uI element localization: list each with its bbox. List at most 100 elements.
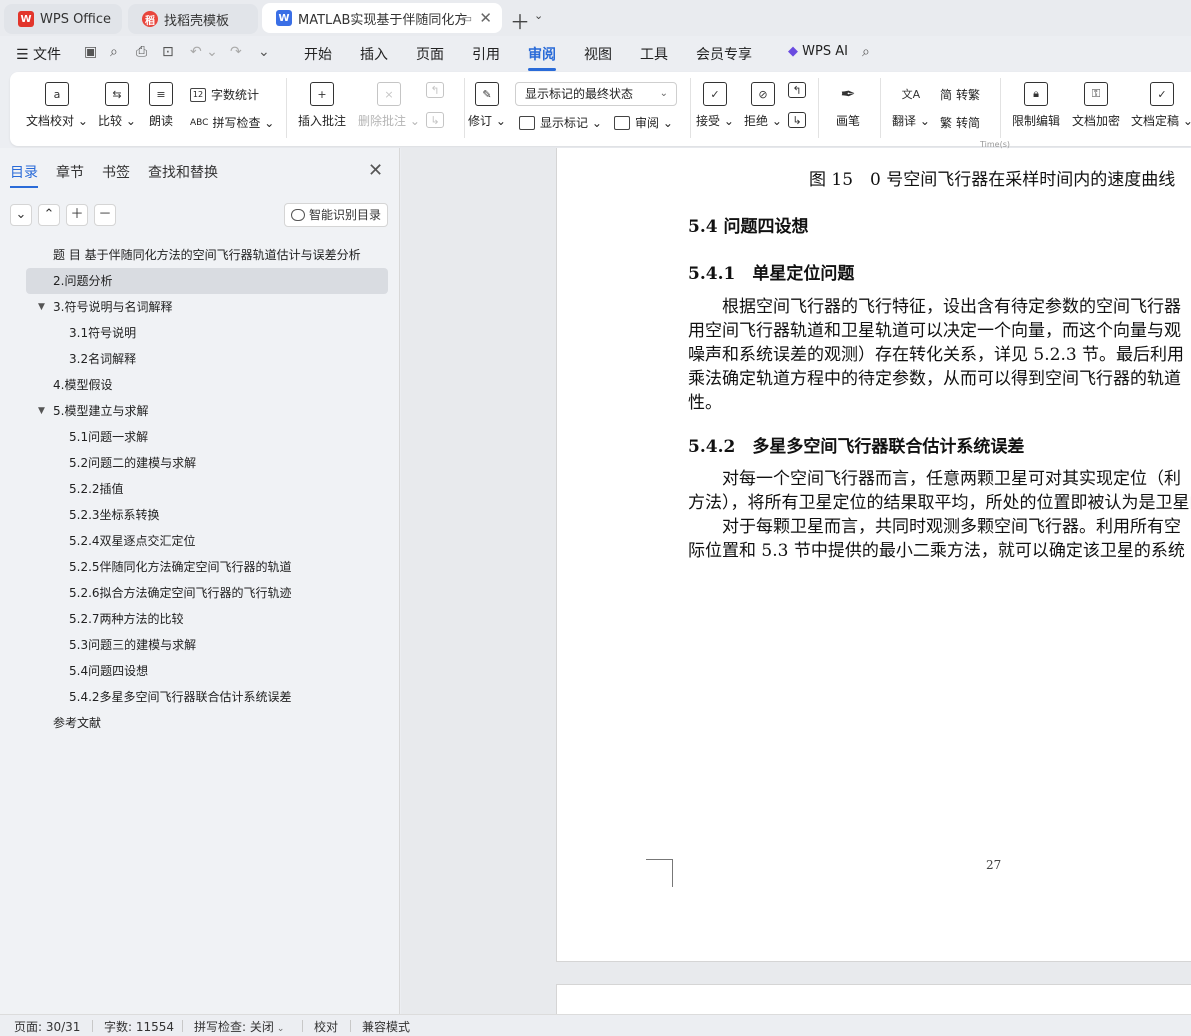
status-page[interactable]: 页面: 30/31 [14, 1018, 80, 1035]
toc-item[interactable]: 3.1符号说明 [0, 320, 400, 346]
ribbon-divider [690, 78, 691, 138]
toc-item[interactable]: 5.2.4双星逐点交汇定位 [0, 528, 400, 554]
tab-bookmarks[interactable]: 书签 [102, 162, 130, 182]
wps-ai-button[interactable]: ◆ WPS AI [788, 44, 848, 59]
insert-comment-button[interactable]: + 插入批注 [298, 82, 346, 129]
pen-button[interactable]: ✒ 画笔 [836, 82, 860, 129]
tab-wps-office[interactable]: W WPS Office [4, 4, 122, 34]
menu-references[interactable]: 引用 [472, 44, 500, 64]
close-icon[interactable]: ✕ [368, 160, 383, 181]
word-count-button[interactable]: 12 字数统计 [190, 86, 259, 103]
toc-item[interactable]: 参考文献 [0, 710, 400, 736]
translate-button[interactable]: 文A 翻译 ⌄ [892, 82, 930, 129]
tab-current-document[interactable]: W MATLAB实现基于伴随同化方 ▭ ✕ [262, 3, 502, 33]
toc-item[interactable]: 5.2.6拟合方法确定空间飞行器的飞行轨迹 [0, 580, 400, 606]
status-word-count[interactable]: 字数: 11554 [104, 1018, 174, 1035]
toc-item[interactable]: 3.2名词解释 [0, 346, 400, 372]
search-icon[interactable]: ⌕ [862, 44, 870, 60]
tab-toc[interactable]: 目录 [10, 162, 38, 188]
tab-find-replace[interactable]: 查找和替换 [148, 162, 218, 182]
menu-home[interactable]: 开始 [304, 44, 332, 64]
expand-arrow-icon[interactable]: ▼ [38, 398, 45, 424]
toc-item[interactable]: 4.模型假设 [0, 372, 400, 398]
paragraph-line: 际位置和 5.3 节中提供的最小二乘方法，就可以确定该卫星的系统 [688, 541, 1185, 561]
status-bar: 页面: 30/31 字数: 11554 拼写检查: 关闭 ⌄ 校对 兼容模式 [0, 1014, 1191, 1036]
compare-label: 比较 [98, 114, 123, 128]
compare-button[interactable]: ⇆ 比较 ⌄ [98, 82, 136, 129]
remove-heading-button[interactable]: － [94, 204, 116, 226]
toc-item[interactable]: 题 目 基于伴随同化方法的空间飞行器轨道估计与误差分析 [0, 242, 400, 268]
toc-item[interactable]: 5.4.2多星多空间飞行器联合估计系统误差 [0, 684, 400, 710]
revise-button[interactable]: ✎ 修订 ⌄ [468, 82, 506, 129]
monitor-icon: ▭ [461, 11, 472, 25]
next-change-button[interactable]: ↳ [788, 112, 806, 134]
tab-sections[interactable]: 章节 [56, 162, 84, 182]
expand-down-button[interactable]: ⌄ [10, 204, 32, 226]
menu-tools[interactable]: 工具 [640, 44, 668, 64]
toc-item-label: 5.4问题四设想 [69, 664, 149, 678]
toc-item[interactable]: 5.2问题二的建模与求解 [0, 450, 400, 476]
prev-change-button[interactable]: ↰ [788, 82, 806, 104]
collapse-up-button[interactable]: ⌃ [38, 204, 60, 226]
menu-review[interactable]: 审阅 [528, 44, 556, 71]
toc-item[interactable]: 5.2.7两种方法的比较 [0, 606, 400, 632]
status-proofread[interactable]: 校对 [314, 1018, 338, 1035]
share-icon[interactable]: ⌕ [110, 44, 118, 60]
redo-icon[interactable]: ↷ [230, 44, 242, 60]
restrict-edit-button[interactable]: 🔒︎ 限制编辑 [1012, 82, 1060, 129]
to-traditional-label: 转繁 [956, 88, 981, 102]
more-icon[interactable]: ⌄ [258, 44, 270, 60]
print-icon[interactable]: ⎙ [136, 44, 147, 60]
close-tab-icon[interactable]: ✕ [479, 9, 492, 27]
status-spell-check[interactable]: 拼写检查: 关闭 ⌄ [194, 1018, 284, 1035]
menu-page[interactable]: 页面 [416, 44, 444, 64]
spell-check-button[interactable]: ABC 拼写检查 ⌄ [190, 114, 274, 131]
menu-view[interactable]: 视图 [584, 44, 612, 64]
reject-button[interactable]: ⊘ 拒绝 ⌄ [744, 82, 782, 129]
undo-icon[interactable]: ↶ ⌄ [190, 44, 218, 60]
chevron-down-icon: ⌄ [15, 207, 27, 222]
toc-item[interactable]: 5.2.3坐标系转换 [0, 502, 400, 528]
add-heading-button[interactable]: ＋ [66, 204, 88, 226]
toc-item[interactable]: 5.2.2插值 [0, 476, 400, 502]
read-aloud-button[interactable]: ≡ 朗读 [149, 82, 173, 129]
smart-toc-button[interactable]: 智能识别目录 [284, 203, 388, 227]
next-comment-button[interactable]: ↳ [426, 112, 444, 134]
file-menu[interactable]: ☰ 文件 [16, 44, 61, 64]
finalize-button[interactable]: ✓ 文档定稿 ⌄ [1131, 82, 1191, 129]
finalize-label: 文档定稿 [1131, 114, 1180, 128]
prev-comment-button[interactable]: ↰ [426, 82, 444, 104]
toc-item[interactable]: ▼ 5.模型建立与求解 [0, 398, 400, 424]
show-markup-button[interactable]: 显示标记 ⌄ [519, 114, 602, 131]
save-icon[interactable]: ▣ [84, 44, 97, 60]
print-preview-icon[interactable]: ⊡ [162, 44, 174, 60]
accept-icon: ✓ [702, 82, 727, 106]
insert-comment-icon: + [310, 82, 334, 106]
encrypt-button[interactable]: ⚿ 文档加密 [1072, 82, 1120, 129]
delete-comment-icon: × [376, 82, 401, 106]
toc-item[interactable]: 5.4问题四设想 [0, 658, 400, 684]
prev-comment-icon: ↰ [426, 82, 444, 98]
menu-member[interactable]: 会员专享 [696, 44, 752, 64]
tab-docer-templates[interactable]: 稻 找稻壳模板 [128, 4, 258, 34]
review-pane-button[interactable]: 审阅 ⌄ [614, 114, 673, 131]
menu-insert[interactable]: 插入 [360, 44, 388, 64]
chevron-down-icon[interactable]: ⌄ [534, 9, 543, 22]
toc-item[interactable]: 5.1问题一求解 [0, 424, 400, 450]
doc-check-button[interactable]: a 文档校对 ⌄ [26, 82, 88, 129]
toc-item-label: 参考文献 [53, 716, 102, 730]
new-tab-icon[interactable]: ＋ [510, 6, 530, 35]
docer-icon: 稻 [142, 11, 158, 27]
minus-icon: － [98, 207, 112, 222]
document-page: 图 15 0 号空间飞行器在采样时间内的速度曲线 5.4 问题四设想 5.4.1… [556, 148, 1191, 962]
expand-arrow-icon[interactable]: ▼ [38, 294, 45, 320]
toc-item[interactable]: 2.问题分析 [26, 268, 388, 294]
markup-state-dropdown[interactable]: 显示标记的最终状态 ⌄ [515, 82, 677, 106]
accept-button[interactable]: ✓ 接受 ⌄ [696, 82, 734, 129]
toc-item[interactable]: 5.3问题三的建模与求解 [0, 632, 400, 658]
to-traditional-button[interactable]: 简 转繁 [940, 86, 980, 103]
toc-item[interactable]: ▼ 3.符号说明与名词解释 [0, 294, 400, 320]
delete-comment-button[interactable]: × 删除批注 ⌄ [358, 82, 420, 129]
to-simplified-button[interactable]: 繁 转简 [940, 114, 980, 131]
toc-item[interactable]: 5.2.5伴随同化方法确定空间飞行器的轨道 [0, 554, 400, 580]
